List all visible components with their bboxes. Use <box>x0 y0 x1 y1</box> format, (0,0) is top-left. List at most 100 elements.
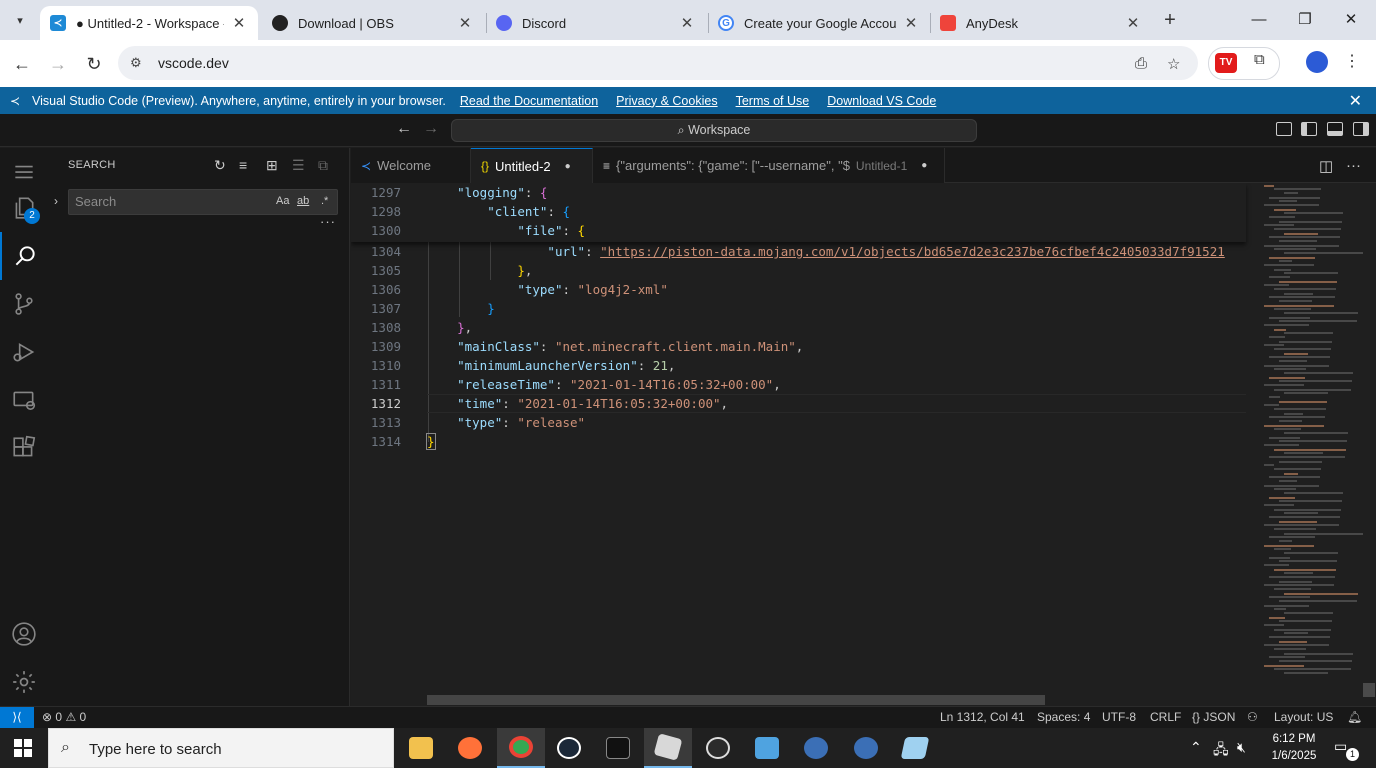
taskbar-search-box[interactable]: ⌕ Type here to search <box>48 728 394 768</box>
roblox-icon[interactable] <box>644 728 692 768</box>
tv-extension-icon[interactable]: TV <box>1215 53 1237 73</box>
chrome-icon[interactable] <box>497 728 545 768</box>
go-forward-icon[interactable]: → <box>423 120 439 138</box>
tab-untitled-1[interactable]: ≡ {"arguments": {"game": ["--username", … <box>593 148 945 183</box>
download-vscode-link[interactable]: Download VS Code <box>827 94 936 108</box>
search-icon[interactable] <box>0 232 48 280</box>
file-explorer-icon[interactable] <box>397 728 445 768</box>
tab-welcome[interactable]: ≺ Welcome <box>351 148 471 183</box>
indentation-setting[interactable]: Spaces: 4 <box>1037 710 1090 724</box>
volume-muted-icon[interactable]: 🔇︎ <box>1237 739 1246 756</box>
url-text[interactable]: vscode.dev <box>158 55 229 71</box>
obs-icon[interactable] <box>694 728 742 768</box>
remote-indicator-icon[interactable]: ⟩⟨ <box>0 707 34 729</box>
horizontal-scrollbar-thumb[interactable] <box>427 695 1045 705</box>
system-clock[interactable]: 6:12 PM 1/6/2025 <box>1262 731 1326 765</box>
go-back-icon[interactable]: ← <box>396 120 412 138</box>
reload-button[interactable]: ↻ <box>81 51 107 77</box>
remote-desktop-icon[interactable] <box>743 728 791 768</box>
command-center[interactable]: ⌕ Workspace <box>451 119 977 142</box>
browser-tab-anydesk[interactable]: AnyDesk ✕ <box>930 6 1152 40</box>
refresh-icon[interactable]: ↻ <box>214 157 226 174</box>
match-whole-word-toggle[interactable]: ab <box>297 195 309 207</box>
problems-indicator[interactable]: ⊗ 0 ⚠ 0 <box>42 710 86 724</box>
accounts-icon[interactable] <box>0 610 48 658</box>
view-as-tree-icon[interactable]: ☰ <box>292 157 305 174</box>
match-case-toggle[interactable]: Aa <box>276 195 289 207</box>
close-tab-icon[interactable]: ✕ <box>1124 14 1142 32</box>
language-mode[interactable]: {} JSON <box>1192 710 1235 724</box>
tab-search-chevron-icon[interactable]: ▾ <box>8 8 32 32</box>
forward-button[interactable]: → <box>45 51 71 77</box>
terminal-icon[interactable] <box>594 728 642 768</box>
close-window-button[interactable]: ✕ <box>1336 8 1366 32</box>
terms-link[interactable]: Terms of Use <box>736 94 810 108</box>
back-button[interactable]: ← <box>9 51 35 77</box>
toggle-primary-sidebar-icon[interactable] <box>1301 122 1317 136</box>
privacy-link[interactable]: Privacy & Cookies <box>616 94 717 108</box>
close-tab-icon[interactable]: ✕ <box>902 14 920 32</box>
toggle-secondary-sidebar-icon[interactable] <box>1353 122 1369 136</box>
run-debug-icon[interactable] <box>0 328 48 376</box>
source-control-icon[interactable] <box>0 280 48 328</box>
unsaved-dot-icon[interactable]: ● <box>921 160 927 171</box>
minimize-button[interactable]: — <box>1244 8 1274 32</box>
close-tab-icon[interactable]: ✕ <box>456 14 474 32</box>
site-info-icon[interactable]: ⚙ <box>130 55 142 71</box>
bookmark-star-icon[interactable]: ☆ <box>1167 55 1180 73</box>
notifications-icon[interactable]: 🔔︎ <box>1347 710 1362 724</box>
install-app-icon[interactable]: ⎙ <box>1135 55 1147 72</box>
extensions-icon[interactable] <box>0 424 48 472</box>
extensions-puzzle-icon[interactable]: ⧉ <box>1254 51 1265 68</box>
search-field[interactable]: Aa ab .* <box>68 189 338 215</box>
network-icon[interactable]: 🖧︎ <box>1213 739 1229 763</box>
restore-button[interactable]: ❐ <box>1290 8 1320 32</box>
minimap[interactable] <box>1256 183 1366 683</box>
unsaved-dot-icon[interactable]: ● <box>565 161 571 172</box>
app-icon[interactable] <box>792 728 840 768</box>
keyboard-layout[interactable]: Layout: US <box>1274 710 1333 724</box>
show-hidden-icons-chevron[interactable]: ⌃ <box>1190 739 1202 756</box>
toggle-panel-icon[interactable] <box>1327 122 1343 136</box>
steam-icon[interactable] <box>545 728 593 768</box>
browser-tab-obs[interactable]: Download | OBS ✕ <box>262 6 484 40</box>
collapse-all-icon[interactable]: ⧉ <box>318 157 328 174</box>
manage-gear-icon[interactable] <box>0 658 48 706</box>
read-docs-link[interactable]: Read the Documentation <box>460 94 598 108</box>
new-search-editor-icon[interactable]: ⊞ <box>266 157 278 174</box>
customize-layout-icon[interactable] <box>1276 122 1292 136</box>
tab-untitled-2[interactable]: {} Untitled-2 ● <box>471 148 593 183</box>
remote-explorer-icon[interactable] <box>0 376 48 424</box>
close-tab-icon[interactable]: ✕ <box>230 14 248 32</box>
notifications-bell-off-icon[interactable]: ⚇ <box>1247 710 1258 724</box>
firefox-icon[interactable] <box>446 728 494 768</box>
toggle-search-details-icon[interactable]: ··· <box>320 214 336 229</box>
windows-start-icon[interactable] <box>14 739 32 757</box>
browser-menu-icon[interactable]: ⋮ <box>1344 51 1360 71</box>
app-icon[interactable] <box>842 728 890 768</box>
new-tab-button[interactable]: + <box>1158 9 1182 33</box>
vscode-icon: ≺ <box>361 158 372 173</box>
toggle-replace-chevron-icon[interactable]: › <box>54 194 58 208</box>
address-bar[interactable]: ⚙ vscode.dev ⎙ ☆ <box>118 46 1198 80</box>
eol-setting[interactable]: CRLF <box>1150 710 1181 724</box>
clear-results-icon[interactable]: ≡ <box>239 157 247 173</box>
browser-tab-vscode[interactable]: ≺ ● Untitled-2 - Workspace - V ✕ <box>40 6 258 40</box>
browser-tab-discord[interactable]: Discord ✕ <box>486 6 706 40</box>
profile-avatar[interactable] <box>1306 51 1328 73</box>
sticky-scroll[interactable]: 1297 "logging": { 1298 "client": { 1300 … <box>351 183 1246 242</box>
code-editor[interactable]: 1297 "logging": { 1298 "client": { 1300 … <box>351 183 1376 706</box>
encoding-setting[interactable]: UTF-8 <box>1102 710 1136 724</box>
search-input[interactable] <box>75 194 265 209</box>
browser-tab-google[interactable]: G Create your Google Account ✕ <box>708 6 930 40</box>
more-actions-icon[interactable]: ··· <box>1346 157 1361 174</box>
cursor-position[interactable]: Ln 1312, Col 41 <box>940 710 1025 724</box>
notepad-icon[interactable] <box>891 728 939 768</box>
split-editor-icon[interactable]: ◫ <box>1319 157 1333 175</box>
vertical-scrollbar-thumb[interactable] <box>1363 683 1375 697</box>
minimap-line <box>1279 221 1342 223</box>
explorer-icon[interactable] <box>0 184 48 232</box>
close-tab-icon[interactable]: ✕ <box>678 14 696 32</box>
close-banner-icon[interactable]: ✕ <box>1349 91 1362 111</box>
use-regex-toggle[interactable]: .* <box>321 195 328 207</box>
